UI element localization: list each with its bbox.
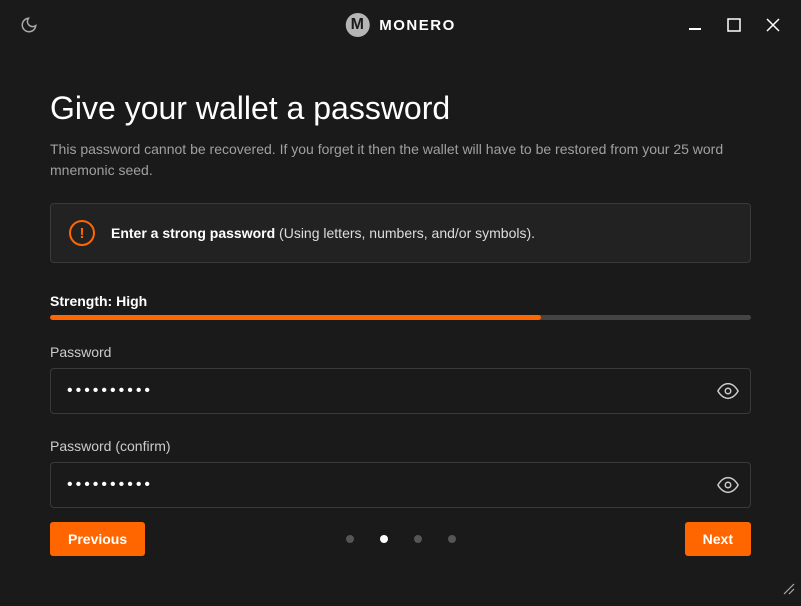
wizard-nav: Previous Next (50, 522, 751, 556)
password-input[interactable] (50, 368, 751, 414)
step-dot-4[interactable] (448, 535, 456, 543)
strength-label: Strength: High (50, 293, 751, 309)
step-indicator (346, 535, 456, 543)
title-bar: M MONERO (0, 0, 801, 50)
minimize-button[interactable] (687, 17, 703, 33)
password-hint-text: Enter a strong password (Using letters, … (111, 225, 535, 241)
monero-logo-icon: M (345, 13, 369, 37)
page-subtitle: This password cannot be recovered. If yo… (50, 139, 751, 181)
password-label: Password (50, 344, 751, 360)
toggle-confirm-visibility-icon[interactable] (717, 474, 739, 496)
app-name: MONERO (379, 17, 456, 34)
password-confirm-label: Password (confirm) (50, 438, 751, 454)
step-dot-2[interactable] (380, 535, 388, 543)
maximize-button[interactable] (727, 18, 741, 32)
step-dot-3[interactable] (414, 535, 422, 543)
previous-button[interactable]: Previous (50, 522, 145, 556)
app-brand: M MONERO (345, 13, 456, 37)
strength-meter-fill (50, 315, 541, 320)
next-button[interactable]: Next (685, 522, 751, 556)
page-title: Give your wallet a password (50, 90, 751, 127)
theme-toggle-moon-icon[interactable] (20, 16, 38, 34)
strength-meter (50, 315, 751, 320)
content-area: Give your wallet a password This passwor… (0, 50, 801, 508)
resize-handle-icon[interactable] (781, 581, 795, 600)
toggle-password-visibility-icon[interactable] (717, 380, 739, 402)
step-dot-1[interactable] (346, 535, 354, 543)
exclamation-icon: ! (69, 220, 95, 246)
close-button[interactable] (765, 17, 781, 33)
password-confirm-input[interactable] (50, 462, 751, 508)
password-hint-box: ! Enter a strong password (Using letters… (50, 203, 751, 263)
